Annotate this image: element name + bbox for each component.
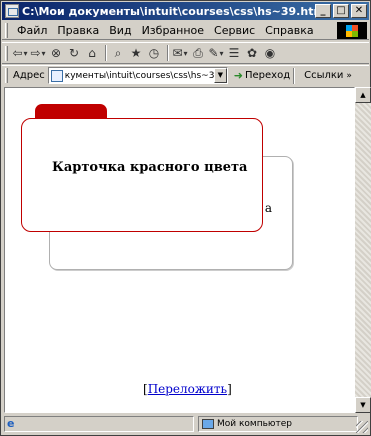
swap-link[interactable]: Переложить xyxy=(148,382,227,396)
refresh-icon[interactable]: ↻ xyxy=(66,44,82,62)
status-zone-pane: Мой компьютер xyxy=(198,416,358,432)
favorites-icon[interactable]: ★ xyxy=(128,44,144,62)
status-bar: e Мой компьютер xyxy=(2,414,369,434)
addressbar-grip[interactable] xyxy=(5,68,8,83)
discuss-icon[interactable]: ☰ xyxy=(226,44,242,62)
media-icon[interactable]: ◉ xyxy=(262,44,278,62)
messenger-icon[interactable]: ✿ xyxy=(244,44,260,62)
menu-help[interactable]: Справка xyxy=(260,24,318,37)
menu-tools[interactable]: Сервис xyxy=(209,24,260,37)
menubar-grip[interactable] xyxy=(5,22,8,38)
maximize-button[interactable]: □ xyxy=(333,4,349,18)
card-title: Карточка красного цвета xyxy=(52,160,248,175)
window-controls: _ □ ✕ xyxy=(315,4,367,18)
address-label: Адрес xyxy=(13,70,45,81)
page-icon xyxy=(50,69,63,82)
mail-icon[interactable]: ✉ xyxy=(172,44,188,62)
print-icon[interactable]: ⎙ xyxy=(190,44,206,62)
scroll-down-button[interactable]: ▼ xyxy=(355,397,371,413)
go-button[interactable]: ➜ Переход xyxy=(234,69,290,82)
vertical-scrollbar[interactable]: ▲ ▼ xyxy=(355,87,371,413)
menu-file[interactable]: Файл xyxy=(12,24,52,37)
chevron-right-icon[interactable]: » xyxy=(346,71,352,81)
toolbar-separator xyxy=(105,45,107,61)
home-icon[interactable]: ⌂ xyxy=(84,44,100,62)
close-button[interactable]: ✕ xyxy=(351,4,367,18)
back-icon[interactable]: ⇦ xyxy=(12,44,28,62)
address-dropdown-button[interactable]: ▼ xyxy=(213,68,227,83)
ie-icon: e xyxy=(7,417,15,430)
search-icon[interactable]: ⌕ xyxy=(110,44,126,62)
toolbar-separator xyxy=(167,45,169,61)
status-main-pane: e xyxy=(4,416,194,432)
address-bar: Адрес кументы\intuit\courses\css\hs~39.h… xyxy=(2,65,369,85)
links-button[interactable]: Ссылки » xyxy=(304,70,352,81)
browser-window: C:\Мои документы\intuit\courses\css\hs~3… xyxy=(0,0,371,436)
menu-bar: Файл Правка Вид Избранное Сервис Справка xyxy=(2,21,369,40)
my-computer-icon xyxy=(202,419,214,429)
window-title: C:\Мои документы\intuit\courses\css\hs~3… xyxy=(22,4,326,18)
ie-page-icon[interactable] xyxy=(5,4,19,18)
history-icon[interactable]: ◷ xyxy=(146,44,162,62)
menu-view[interactable]: Вид xyxy=(104,24,136,37)
address-input[interactable]: кументы\intuit\courses\css\hs~39.html ▼ xyxy=(47,67,228,84)
edit-icon[interactable]: ✎ xyxy=(208,44,224,62)
forward-icon[interactable]: ⇨ xyxy=(30,44,46,62)
title-bar: C:\Мои документы\intuit\courses\css\hs~3… xyxy=(2,2,369,20)
minimize-button[interactable]: _ xyxy=(315,4,331,18)
menu-edit[interactable]: Правка xyxy=(52,24,104,37)
standard-toolbar: ⇦ ⇨ ⊗ ↻ ⌂ ⌕ ★ ◷ ✉ ⎙ ✎ ☰ ✿ ◉ xyxy=(2,42,369,64)
resize-grip[interactable] xyxy=(356,421,368,433)
address-value[interactable]: кументы\intuit\courses\css\hs~39.html xyxy=(65,71,214,81)
scroll-up-button[interactable]: ▲ xyxy=(355,87,371,103)
page-viewport: а Карточка красного цвета [Переложить] xyxy=(4,87,355,413)
links-label: Ссылки xyxy=(304,70,344,81)
bracket-close: ] xyxy=(227,382,232,396)
menu-favorites[interactable]: Избранное xyxy=(137,24,209,37)
go-label: Переход xyxy=(244,70,291,81)
card-back-text: а xyxy=(264,201,272,215)
swap-link-wrapper: [Переложить] xyxy=(143,382,232,396)
go-arrow-icon: ➜ xyxy=(233,69,243,82)
card-front: Карточка красного цвета xyxy=(21,118,263,232)
windows-logo-icon xyxy=(346,24,358,37)
status-zone-text: Мой компьютер xyxy=(217,419,292,429)
toolbar-separator xyxy=(293,67,296,84)
windows-logo-throbber xyxy=(337,22,367,39)
stop-icon[interactable]: ⊗ xyxy=(48,44,64,62)
toolbar-grip[interactable] xyxy=(5,45,8,61)
